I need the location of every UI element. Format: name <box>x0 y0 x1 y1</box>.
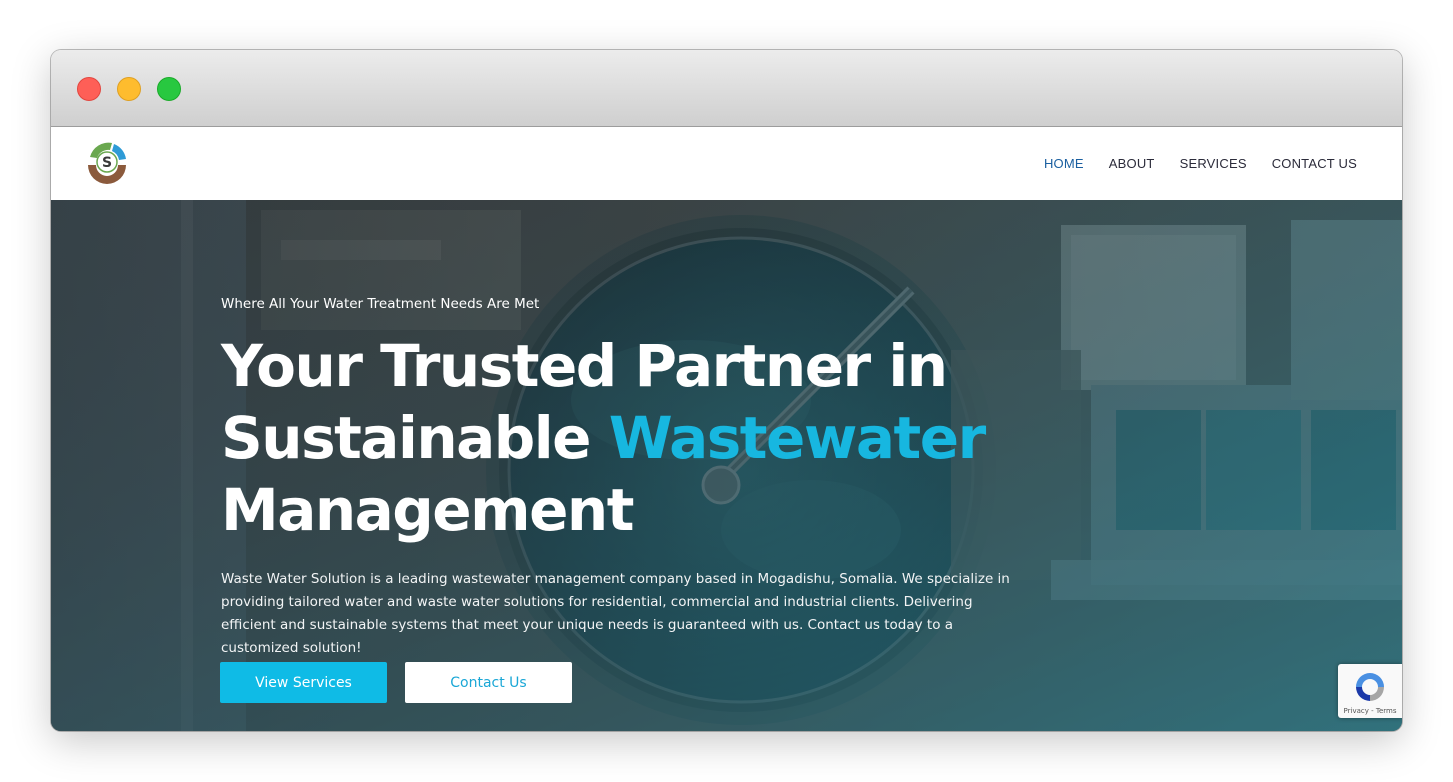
minimize-window-button[interactable] <box>117 77 141 101</box>
hero-description: Waste Water Solution is a leading wastew… <box>221 571 1010 656</box>
hero-title-line1: Your Trusted Partner in <box>221 332 948 400</box>
recaptcha-icon <box>1356 673 1384 701</box>
recaptcha-badge[interactable]: Privacy - Terms <box>1338 664 1402 718</box>
hero-title-line2: Sustainable <box>221 404 609 472</box>
hero-section: Where All Your Water Treatment Needs Are… <box>51 200 1402 731</box>
recaptcha-privacy-terms[interactable]: Privacy - Terms <box>1338 707 1402 715</box>
svg-text:S: S <box>102 155 112 171</box>
hero-title-accent: Wastewater <box>608 404 987 472</box>
window-titlebar <box>51 50 1402 127</box>
main-nav: HOME ABOUT SERVICES CONTACT US <box>1044 127 1357 200</box>
view-services-button[interactable]: View Services <box>220 662 387 703</box>
hero-tagline: Where All Your Water Treatment Needs Are… <box>221 296 540 312</box>
maximize-window-button[interactable] <box>157 77 181 101</box>
browser-window: S HOME ABOUT SERVICES CONTACT US Where A… <box>51 50 1402 731</box>
hero-title: Your Trusted Partner in Sustainable Wast… <box>221 330 1021 546</box>
close-window-button[interactable] <box>77 77 101 101</box>
hero-content: Where All Your Water Treatment Needs Are… <box>221 296 1021 660</box>
nav-services[interactable]: SERVICES <box>1180 156 1247 171</box>
contact-us-button[interactable]: Contact Us <box>405 662 572 703</box>
site-header: S HOME ABOUT SERVICES CONTACT US <box>51 127 1402 200</box>
nav-contact-us[interactable]: CONTACT US <box>1272 156 1357 171</box>
nav-about[interactable]: ABOUT <box>1109 156 1155 171</box>
ss-droplet-logo-icon[interactable]: S <box>82 137 132 187</box>
hero-buttons: View Services Contact Us <box>220 662 572 703</box>
hero-title-line3: Management <box>221 476 634 544</box>
nav-home[interactable]: HOME <box>1044 156 1084 171</box>
